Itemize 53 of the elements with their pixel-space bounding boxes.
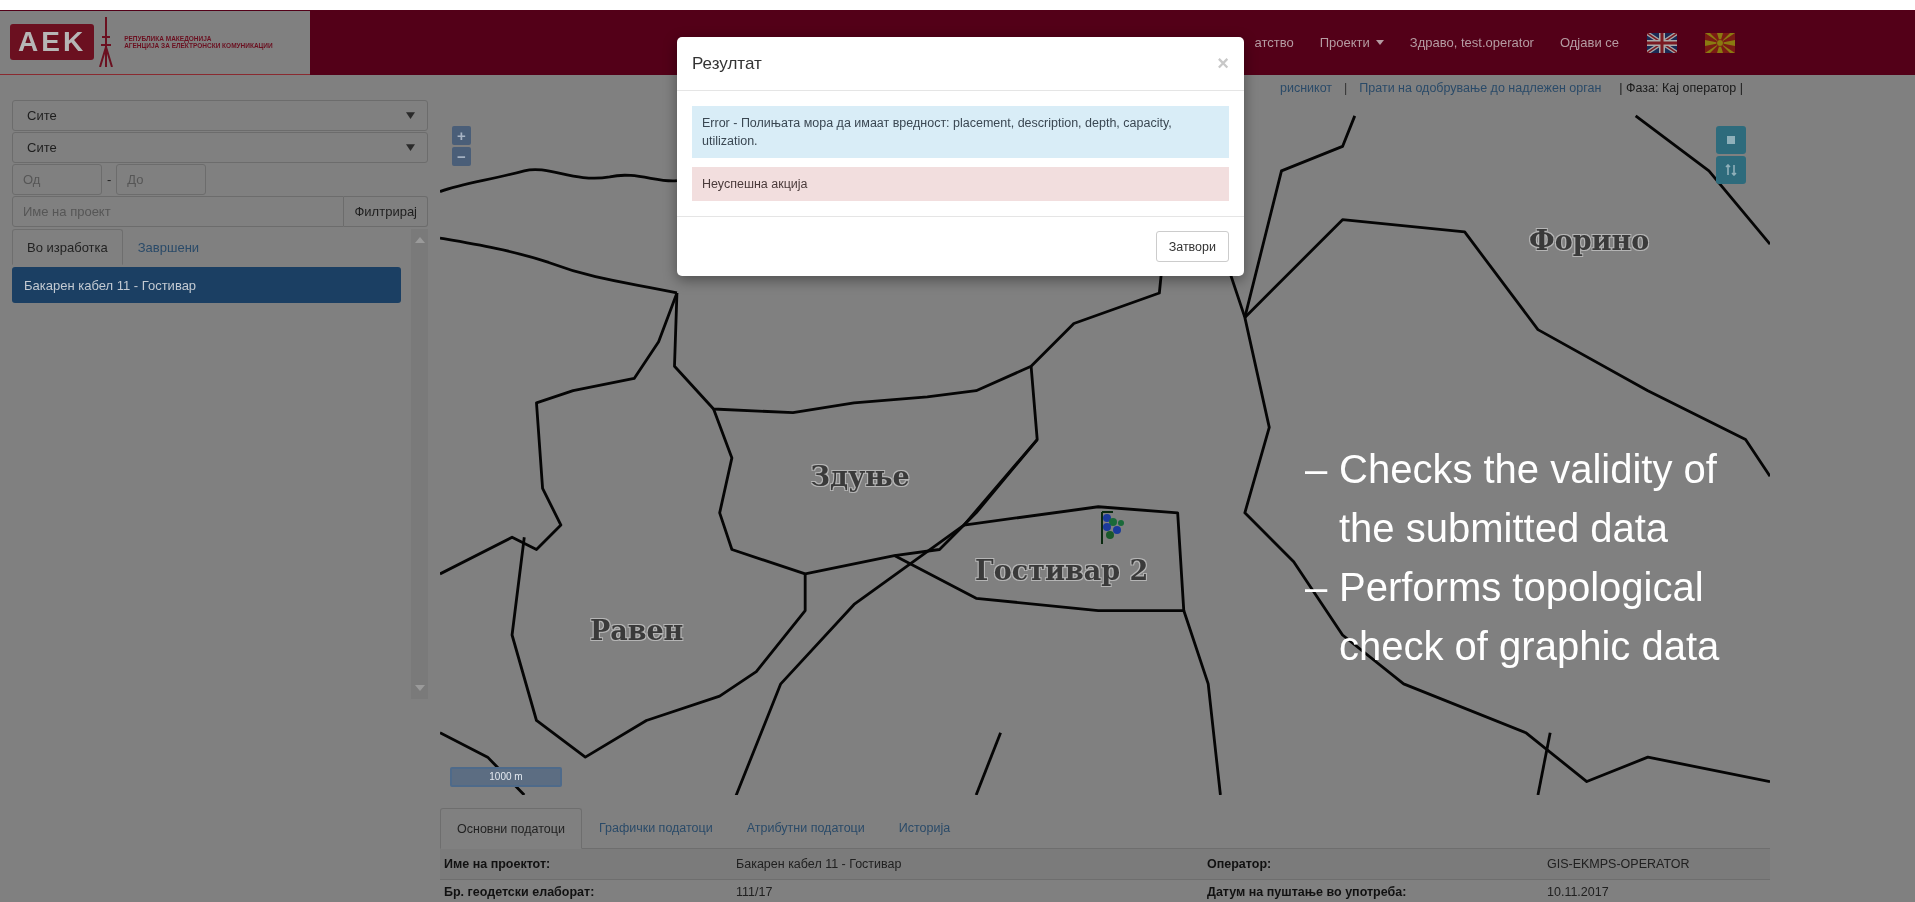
close-dialog-button[interactable]: Затвори <box>1155 231 1229 262</box>
scroll-up-icon[interactable] <box>414 237 425 243</box>
detail-tab[interactable]: Основни податоци <box>440 808 582 849</box>
table-cell-text: Име на проектот: <box>443 857 552 871</box>
zoom-in-button[interactable]: + <box>452 126 471 145</box>
project-tab[interactable]: Во изработка <box>12 229 123 265</box>
select-field[interactable]: Сите <box>12 132 428 163</box>
nav-link[interactable]: Одјави се <box>1559 35 1619 50</box>
table-cell-text: Бр. геодетски елаборат: <box>443 885 596 899</box>
detail-tab[interactable]: Атрибутни податоци <box>729 808 882 848</box>
project-tab[interactable]: Завршени <box>122 229 215 265</box>
alert-message: Неуспешна акција <box>692 167 1229 201</box>
dash-text: - <box>107 172 112 187</box>
nav-link[interactable]: атство <box>1254 35 1294 50</box>
detail-tab[interactable]: Историја <box>881 808 968 848</box>
bullet-dash: – <box>1305 446 1329 493</box>
scrollbar[interactable] <box>411 229 428 699</box>
uk-flag-icon[interactable] <box>1647 32 1677 53</box>
project-item[interactable]: Бакарен кабел 11 - Гостивар <box>12 267 401 303</box>
caret-icon <box>1375 40 1384 45</box>
action-link[interactable]: рисникот <box>1279 80 1333 95</box>
sort-button[interactable] <box>1716 156 1746 184</box>
caret-icon <box>406 112 415 119</box>
scale-bar: 1000 m <box>450 767 562 787</box>
phase-text: | Фаза: Кај оператор | <box>1619 80 1743 95</box>
place-label: Гостивар 2 <box>975 554 1149 586</box>
layers-button[interactable] <box>1716 126 1746 154</box>
place-label: Равен <box>589 614 684 646</box>
sort-arrows-icon <box>1725 164 1737 176</box>
action-link[interactable]: Прати на одобрување до надлежен орган <box>1359 80 1602 95</box>
nav-link[interactable]: Здраво, test.operator <box>1409 35 1534 50</box>
logo-mark: AEK <box>10 24 95 60</box>
table-cell-text: Бакарен кабел 11 - Гостивар <box>735 857 903 871</box>
nav-link[interactable]: Проекти <box>1319 35 1384 50</box>
zoom-out-button[interactable]: − <box>452 147 471 166</box>
bullet-text: Checks the validity of the submitted data <box>1339 446 1718 552</box>
select-field[interactable]: Сите <box>12 100 428 131</box>
mk-flag-icon[interactable] <box>1705 32 1735 53</box>
alert-message: Error - Полињата мора да имаат вредност: placement, description, depth, capacity, utilization. <box>692 106 1229 158</box>
table-cell-text: Датум на пуштање во употреба: <box>1206 885 1408 899</box>
place-label: Форино <box>1529 224 1650 256</box>
filter-button[interactable]: Филтрирај <box>344 196 428 227</box>
caret-icon <box>406 144 415 151</box>
place-label: Здуње <box>810 460 910 492</box>
dialog-title: Резултат <box>692 53 762 74</box>
table-cell-text: 10.11.2017 <box>1546 885 1610 899</box>
separator-text: | <box>1344 80 1348 95</box>
square-icon <box>1726 135 1736 145</box>
table-cell-text: GIS-EKMPS-OPERATOR <box>1546 857 1691 871</box>
detail-tab[interactable]: Графички податоци <box>581 808 730 848</box>
table-cell-text: 111/17 <box>735 885 774 899</box>
scroll-down-icon[interactable] <box>414 685 425 691</box>
table-cell-text: Оператор: <box>1206 857 1273 871</box>
